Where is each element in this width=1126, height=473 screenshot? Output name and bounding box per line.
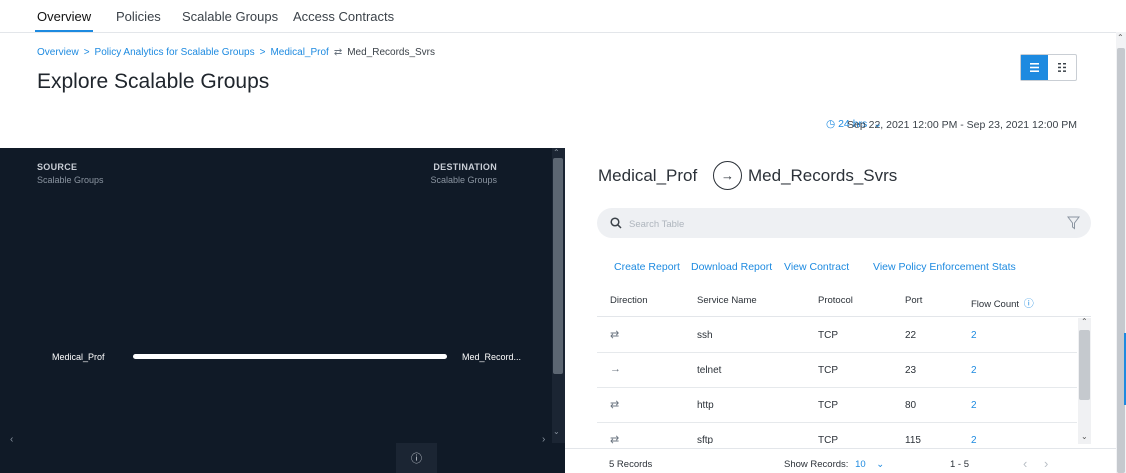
service-name-cell: http xyxy=(697,400,714,411)
flow-count-link[interactable]: 2 xyxy=(971,365,977,376)
tab-scalable-groups[interactable]: Scalable Groups xyxy=(182,9,278,24)
flow-count-link[interactable]: 2 xyxy=(971,400,977,411)
protocol-cell: TCP xyxy=(818,400,838,411)
service-name-cell: sftp xyxy=(697,435,714,444)
date-range-text: Sep 22, 2021 12:00 PM - Sep 23, 2021 12:… xyxy=(847,119,1077,131)
destination-subheading: Scalable Groups xyxy=(430,175,497,185)
list-icon xyxy=(1030,63,1039,72)
flow-count-link[interactable]: 2 xyxy=(971,435,977,444)
view-contract-link[interactable]: View Contract xyxy=(784,261,849,273)
source-subheading: Scalable Groups xyxy=(37,175,104,185)
tab-access-contracts[interactable]: Access Contracts xyxy=(293,9,394,24)
protocol-cell: TCP xyxy=(818,435,838,444)
source-node[interactable]: Medical_Prof xyxy=(52,352,105,362)
scroll-up-icon[interactable]: ⌃ xyxy=(1081,317,1088,326)
clock-icon: ◷ xyxy=(826,118,836,130)
service-name-cell: ssh xyxy=(697,330,713,341)
flow-diagram-panel: SOURCE Scalable Groups DESTINATION Scala… xyxy=(0,148,565,473)
chevron-down-icon[interactable]: ⌄ xyxy=(876,459,884,470)
protocol-cell: TCP xyxy=(818,330,838,341)
scroll-down-icon[interactable]: ⌄ xyxy=(553,427,560,436)
bidirectional-arrows-icon: ⇄ xyxy=(610,399,620,411)
page-range: 1 - 5 xyxy=(950,459,970,470)
table-row[interactable]: ⇄ sftp TCP 115 2 xyxy=(597,423,1077,444)
show-records-control[interactable]: Show Records: 10 ⌄ xyxy=(784,459,884,470)
bidirectional-arrows-icon: ⇄ xyxy=(610,434,620,444)
diagram-vertical-scroll-thumb[interactable] xyxy=(553,158,563,374)
chevron-right-icon[interactable]: › xyxy=(1044,456,1048,471)
breadcrumb-medical-prof[interactable]: Medical_Prof xyxy=(270,47,328,58)
table-row[interactable]: ⇄ ssh TCP 22 2 xyxy=(597,318,1077,353)
chevron-right-icon: > xyxy=(83,47,90,58)
chevron-left-icon[interactable]: ‹ xyxy=(1023,456,1027,471)
bidirectional-arrows-icon: ⇄ xyxy=(333,47,343,58)
destination-node[interactable]: Med_Record... xyxy=(462,352,521,362)
grid-icon xyxy=(1058,63,1066,72)
scroll-left-icon[interactable]: ‹ xyxy=(10,434,13,445)
destination-heading: DESTINATION xyxy=(433,162,497,172)
breadcrumb-current: Med_Records_Svrs xyxy=(347,47,436,58)
bidirectional-arrows-icon: ⇄ xyxy=(610,329,620,341)
breadcrumb: Overview > Policy Analytics for Scalable G… xyxy=(37,47,435,58)
scroll-down-icon[interactable]: ⌄ xyxy=(1081,432,1088,441)
flow-table-body: ⇄ ssh TCP 22 2 → telnet TCP 23 2 ⇄ http … xyxy=(597,318,1077,444)
table-row[interactable]: → telnet TCP 23 2 xyxy=(597,353,1077,388)
top-tabs: Overview Policies Scalable Groups Access… xyxy=(0,0,1126,33)
view-policy-enforcement-stats-link[interactable]: View Policy Enforcement Stats xyxy=(873,261,1016,273)
port-cell: 23 xyxy=(905,365,917,376)
arrow-right-icon: → xyxy=(610,363,621,375)
search-input[interactable] xyxy=(627,215,1051,233)
source-heading: SOURCE xyxy=(37,162,78,172)
search-box xyxy=(597,208,1091,238)
filter-icon[interactable] xyxy=(1067,216,1080,230)
footer-divider xyxy=(565,448,1126,449)
column-header-flow-count[interactable]: Flow Count ⓘ xyxy=(971,295,1034,310)
show-records-label: Show Records: xyxy=(784,459,849,470)
tab-policies[interactable]: Policies xyxy=(116,9,161,24)
info-icon[interactable]: ⓘ xyxy=(1024,299,1034,310)
column-header-protocol[interactable]: Protocol xyxy=(818,295,853,306)
port-cell: 115 xyxy=(905,435,921,444)
view-toggle xyxy=(1020,54,1077,81)
list-view-button[interactable] xyxy=(1021,55,1048,80)
flow-source-title: Medical_Prof xyxy=(598,166,698,185)
column-header-direction[interactable]: Direction xyxy=(610,295,648,306)
table-scroll-thumb[interactable] xyxy=(1079,330,1090,400)
flow-count-label: Flow Count xyxy=(971,299,1020,310)
service-name-cell: telnet xyxy=(697,365,722,376)
scroll-up-icon[interactable]: ⌃ xyxy=(553,148,560,157)
scroll-right-icon[interactable]: › xyxy=(542,434,545,445)
download-report-link[interactable]: Download Report xyxy=(691,261,772,273)
info-icon: ⓘ xyxy=(411,453,422,465)
port-cell: 22 xyxy=(905,330,917,341)
breadcrumb-overview[interactable]: Overview xyxy=(37,47,79,58)
flow-count-link[interactable]: 2 xyxy=(971,330,977,341)
flow-link[interactable] xyxy=(133,354,447,359)
column-header-service-name[interactable]: Service Name xyxy=(697,295,757,306)
diagram-info-button[interactable]: ⓘ xyxy=(396,443,437,473)
show-records-select[interactable]: 10 xyxy=(855,459,866,470)
column-header-port[interactable]: Port xyxy=(905,295,922,306)
table-header-divider xyxy=(597,316,1091,317)
breadcrumb-policy-analytics[interactable]: Policy Analytics for Scalable Groups xyxy=(95,47,255,58)
page-scroll-thumb[interactable] xyxy=(1117,48,1125,473)
chevron-right-icon: > xyxy=(259,47,266,58)
grid-view-button[interactable] xyxy=(1049,55,1076,80)
create-report-link[interactable]: Create Report xyxy=(614,261,680,273)
arrow-right-circle-icon: → xyxy=(713,161,742,190)
record-count: 5 Records xyxy=(609,459,653,470)
table-row[interactable]: ⇄ http TCP 80 2 xyxy=(597,388,1077,423)
tab-overview[interactable]: Overview xyxy=(34,9,94,32)
search-icon xyxy=(610,217,622,229)
port-cell: 80 xyxy=(905,400,917,411)
page-title: Explore Scalable Groups xyxy=(37,70,270,93)
protocol-cell: TCP xyxy=(818,365,838,376)
flow-destination-title: Med_Records_Svrs xyxy=(748,166,898,185)
scroll-up-icon[interactable]: ⌃ xyxy=(1117,33,1124,42)
